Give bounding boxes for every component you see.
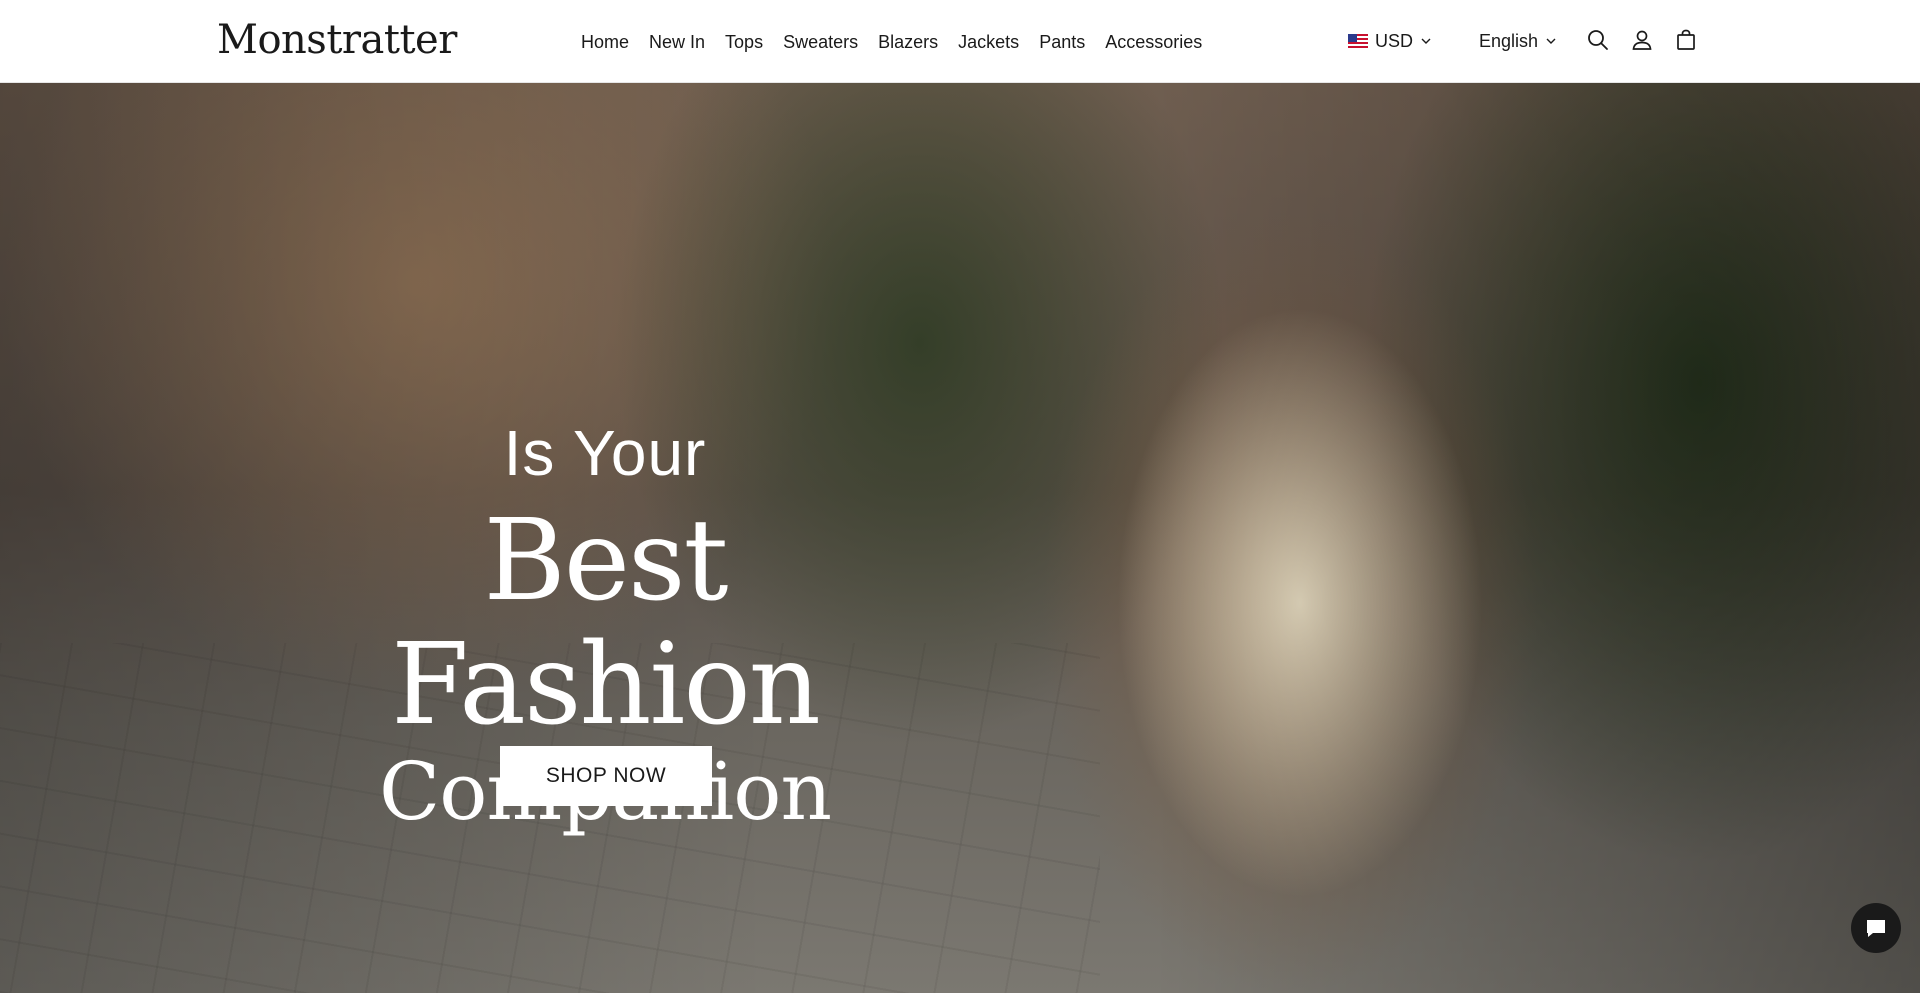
nav-tops[interactable]: Tops	[715, 28, 773, 56]
hero-line-1: Is Your	[503, 417, 707, 489]
main-nav: Home New In Tops Sweaters Blazers Jacket…	[581, 27, 1212, 57]
hero-background-shade	[0, 83, 1920, 993]
bag-icon[interactable]	[1673, 27, 1699, 53]
hero-banner: Is Your Best Fashion Companion SHOP NOW	[0, 83, 1920, 993]
chevron-down-icon	[1421, 38, 1431, 44]
nav-home[interactable]: Home	[581, 28, 639, 56]
currency-selector[interactable]: USD	[1348, 27, 1432, 55]
language-label: English	[1479, 30, 1539, 51]
search-icon[interactable]	[1585, 27, 1611, 53]
site-header: Monstratter Home New In Tops Sweaters Bl…	[0, 0, 1920, 83]
nav-pants[interactable]: Pants	[1029, 28, 1095, 56]
language-selector[interactable]: English	[1479, 27, 1557, 55]
chat-button[interactable]	[1851, 903, 1901, 953]
account-icon[interactable]	[1629, 27, 1655, 53]
chevron-down-icon	[1546, 38, 1556, 44]
us-flag-icon	[1348, 34, 1368, 48]
shop-now-button[interactable]: SHOP NOW	[500, 746, 712, 806]
nav-sweaters[interactable]: Sweaters	[773, 28, 868, 56]
nav-accessories[interactable]: Accessories	[1095, 28, 1212, 56]
nav-blazers[interactable]: Blazers	[868, 28, 948, 56]
logo[interactable]: Monstratter	[217, 15, 457, 65]
nav-jackets[interactable]: Jackets	[948, 28, 1029, 56]
chat-icon	[1867, 920, 1885, 937]
hero-line-2: Best Fashion	[391, 496, 821, 750]
currency-label: USD	[1375, 30, 1414, 51]
nav-new-in[interactable]: New In	[639, 28, 715, 56]
